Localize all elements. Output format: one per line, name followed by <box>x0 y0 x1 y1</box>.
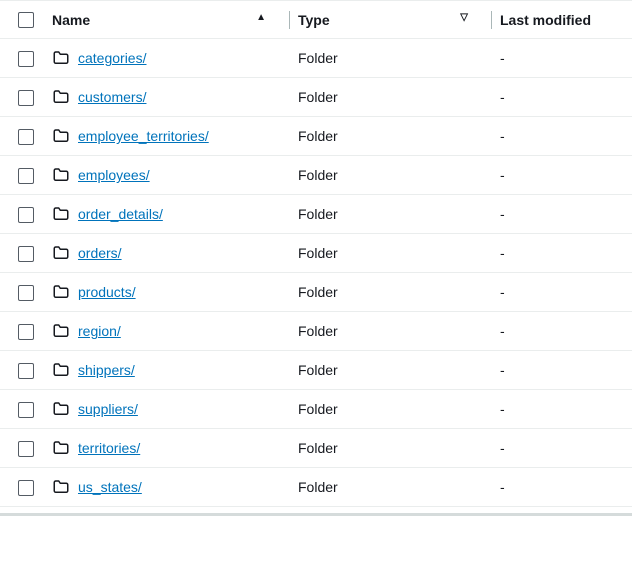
column-header-type[interactable]: Type ▽ <box>290 1 492 39</box>
type-cell: Folder <box>290 429 492 468</box>
folder-icon <box>52 88 70 106</box>
table-row: order_details/Folder- <box>0 195 632 234</box>
folder-link[interactable]: shippers/ <box>78 362 135 378</box>
row-checkbox[interactable] <box>18 246 34 262</box>
type-cell: Folder <box>290 195 492 234</box>
row-checkbox[interactable] <box>18 207 34 223</box>
table-row: employee_territories/Folder- <box>0 117 632 156</box>
row-checkbox[interactable] <box>18 51 34 67</box>
type-cell: Folder <box>290 234 492 273</box>
folder-icon <box>52 478 70 496</box>
last-modified-cell: - <box>492 39 632 78</box>
type-cell: Folder <box>290 312 492 351</box>
row-checkbox[interactable] <box>18 129 34 145</box>
last-modified-cell: - <box>492 78 632 117</box>
folder-link[interactable]: categories/ <box>78 50 146 66</box>
row-checkbox[interactable] <box>18 90 34 106</box>
sort-asc-icon: ▲ <box>256 12 266 23</box>
folder-link[interactable]: employees/ <box>78 167 150 183</box>
folder-link[interactable]: orders/ <box>78 245 122 261</box>
folder-icon <box>52 244 70 262</box>
type-cell: Folder <box>290 351 492 390</box>
row-checkbox[interactable] <box>18 480 34 496</box>
last-modified-cell: - <box>492 273 632 312</box>
folder-icon <box>52 166 70 184</box>
row-checkbox[interactable] <box>18 363 34 379</box>
folder-link[interactable]: territories/ <box>78 440 140 456</box>
table-row: categories/Folder- <box>0 39 632 78</box>
type-cell: Folder <box>290 78 492 117</box>
row-checkbox[interactable] <box>18 441 34 457</box>
folder-link[interactable]: order_details/ <box>78 206 163 222</box>
object-table: Name ▲ Type ▽ Last modified categories/F… <box>0 0 632 507</box>
folder-icon <box>52 127 70 145</box>
folder-icon <box>52 283 70 301</box>
table-row: suppliers/Folder- <box>0 390 632 429</box>
table-row: orders/Folder- <box>0 234 632 273</box>
table-row: territories/Folder- <box>0 429 632 468</box>
last-modified-cell: - <box>492 234 632 273</box>
type-cell: Folder <box>290 117 492 156</box>
column-header-last-modified[interactable]: Last modified <box>492 1 632 39</box>
type-cell: Folder <box>290 468 492 507</box>
column-label-type: Type <box>298 12 330 28</box>
folder-icon <box>52 400 70 418</box>
table-row: customers/Folder- <box>0 78 632 117</box>
row-checkbox[interactable] <box>18 285 34 301</box>
last-modified-cell: - <box>492 195 632 234</box>
select-all-checkbox[interactable] <box>18 12 34 28</box>
last-modified-cell: - <box>492 312 632 351</box>
last-modified-cell: - <box>492 390 632 429</box>
row-checkbox[interactable] <box>18 324 34 340</box>
type-cell: Folder <box>290 390 492 429</box>
folder-link[interactable]: employee_territories/ <box>78 128 209 144</box>
folder-icon <box>52 439 70 457</box>
folder-icon <box>52 205 70 223</box>
row-checkbox[interactable] <box>18 168 34 184</box>
folder-icon <box>52 322 70 340</box>
folder-icon <box>52 361 70 379</box>
table-row: products/Folder- <box>0 273 632 312</box>
table-row: us_states/Folder- <box>0 468 632 507</box>
table-footer-line <box>0 513 632 516</box>
folder-link[interactable]: suppliers/ <box>78 401 138 417</box>
last-modified-cell: - <box>492 156 632 195</box>
type-cell: Folder <box>290 156 492 195</box>
folder-link[interactable]: customers/ <box>78 89 146 105</box>
last-modified-cell: - <box>492 117 632 156</box>
type-cell: Folder <box>290 39 492 78</box>
last-modified-cell: - <box>492 468 632 507</box>
folder-link[interactable]: region/ <box>78 323 121 339</box>
table-row: employees/Folder- <box>0 156 632 195</box>
table-row: region/Folder- <box>0 312 632 351</box>
type-cell: Folder <box>290 273 492 312</box>
folder-icon <box>52 49 70 67</box>
column-label-name: Name <box>52 12 90 28</box>
row-checkbox[interactable] <box>18 402 34 418</box>
last-modified-cell: - <box>492 429 632 468</box>
table-row: shippers/Folder- <box>0 351 632 390</box>
last-modified-cell: - <box>492 351 632 390</box>
folder-link[interactable]: us_states/ <box>78 479 142 495</box>
filter-icon: ▽ <box>460 12 468 23</box>
column-header-name[interactable]: Name ▲ <box>52 1 290 39</box>
folder-link[interactable]: products/ <box>78 284 136 300</box>
column-label-last-modified: Last modified <box>500 12 591 28</box>
